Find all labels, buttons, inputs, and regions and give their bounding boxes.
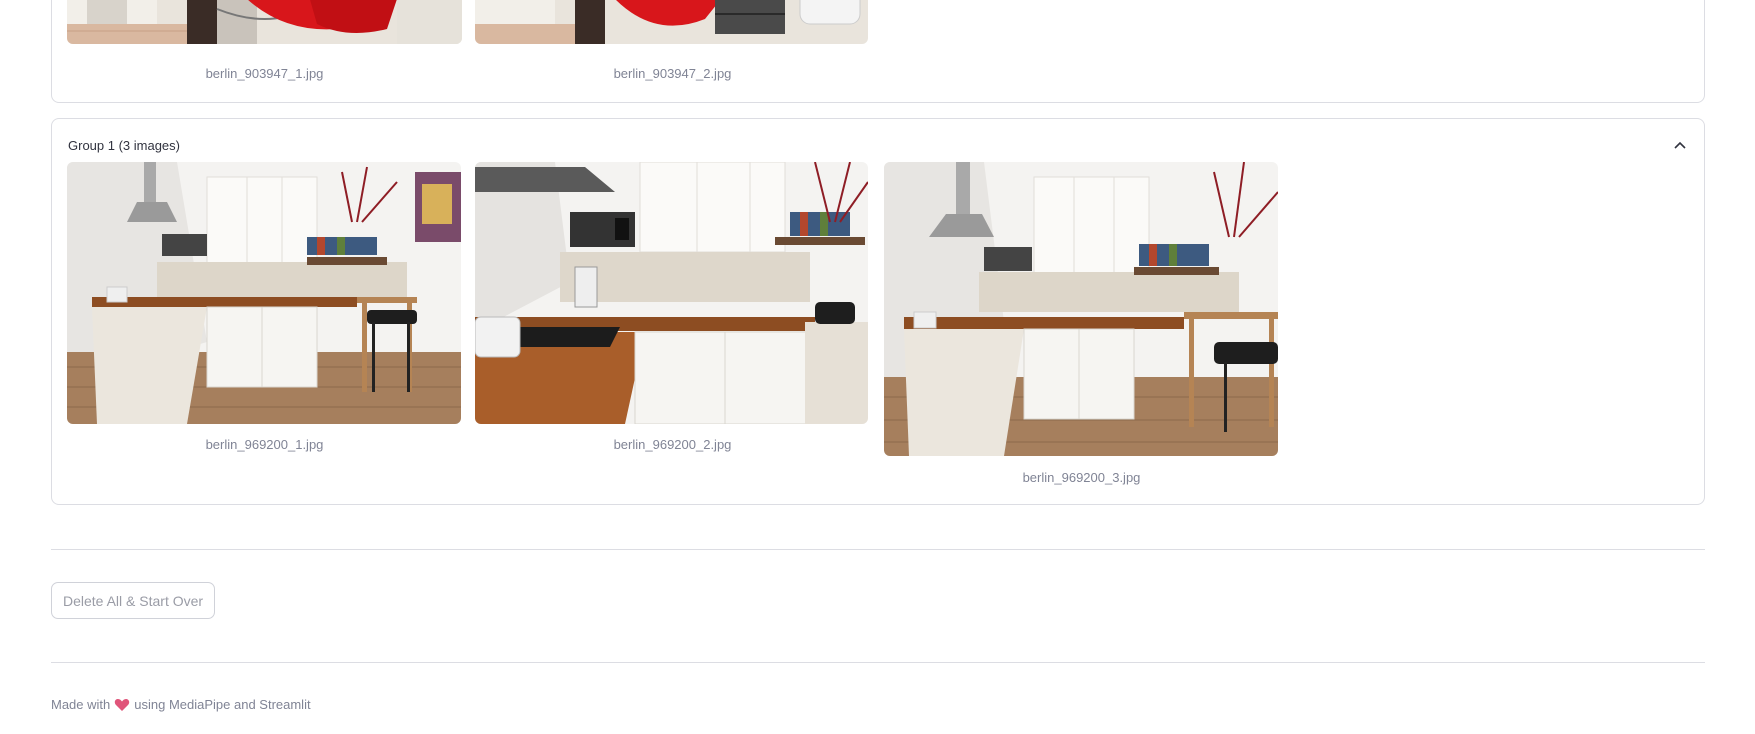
footer-prefix: Made with — [51, 697, 111, 712]
delete-all-button[interactable]: Delete All & Start Over — [51, 582, 216, 619]
image-thumbnail[interactable] — [67, 0, 462, 44]
kitchen-stools-appliances-photo — [475, 0, 868, 44]
previous-group-container: berlin_903947_1.jpg berlin_903947_2.jpg — [51, 0, 1705, 103]
image-thumbnail[interactable] — [475, 162, 868, 424]
kitchen-stools-photo — [67, 0, 462, 44]
group-header[interactable]: Group 1 (3 images) — [68, 134, 1688, 156]
group-title: Group 1 (3 images) — [68, 137, 180, 153]
divider — [51, 662, 1705, 663]
footer-suffix: using MediaPipe and Streamlit — [134, 697, 311, 712]
image-group-expander: Group 1 (3 images) berlin_969200_1.jpg b… — [51, 118, 1705, 505]
image-caption: berlin_969200_1.jpg — [205, 437, 324, 452]
divider — [51, 549, 1705, 550]
chevron-up-icon[interactable] — [1672, 137, 1688, 153]
heart-icon — [114, 698, 130, 712]
kitchen-photo — [884, 162, 1278, 456]
image-thumbnail[interactable] — [475, 0, 868, 44]
image-caption: berlin_903947_1.jpg — [205, 66, 324, 81]
image-caption: berlin_969200_3.jpg — [1022, 470, 1141, 485]
image-thumbnail[interactable] — [67, 162, 461, 424]
image-thumbnail[interactable] — [884, 162, 1278, 456]
image-caption: berlin_903947_2.jpg — [613, 66, 732, 81]
kitchen-photo — [475, 162, 868, 424]
kitchen-photo — [67, 162, 461, 424]
image-caption: berlin_969200_2.jpg — [613, 437, 732, 452]
page: berlin_903947_1.jpg berlin_903947_2.jpg … — [0, 0, 1755, 734]
footer: Made with using MediaPipe and Streamlit — [51, 697, 311, 712]
